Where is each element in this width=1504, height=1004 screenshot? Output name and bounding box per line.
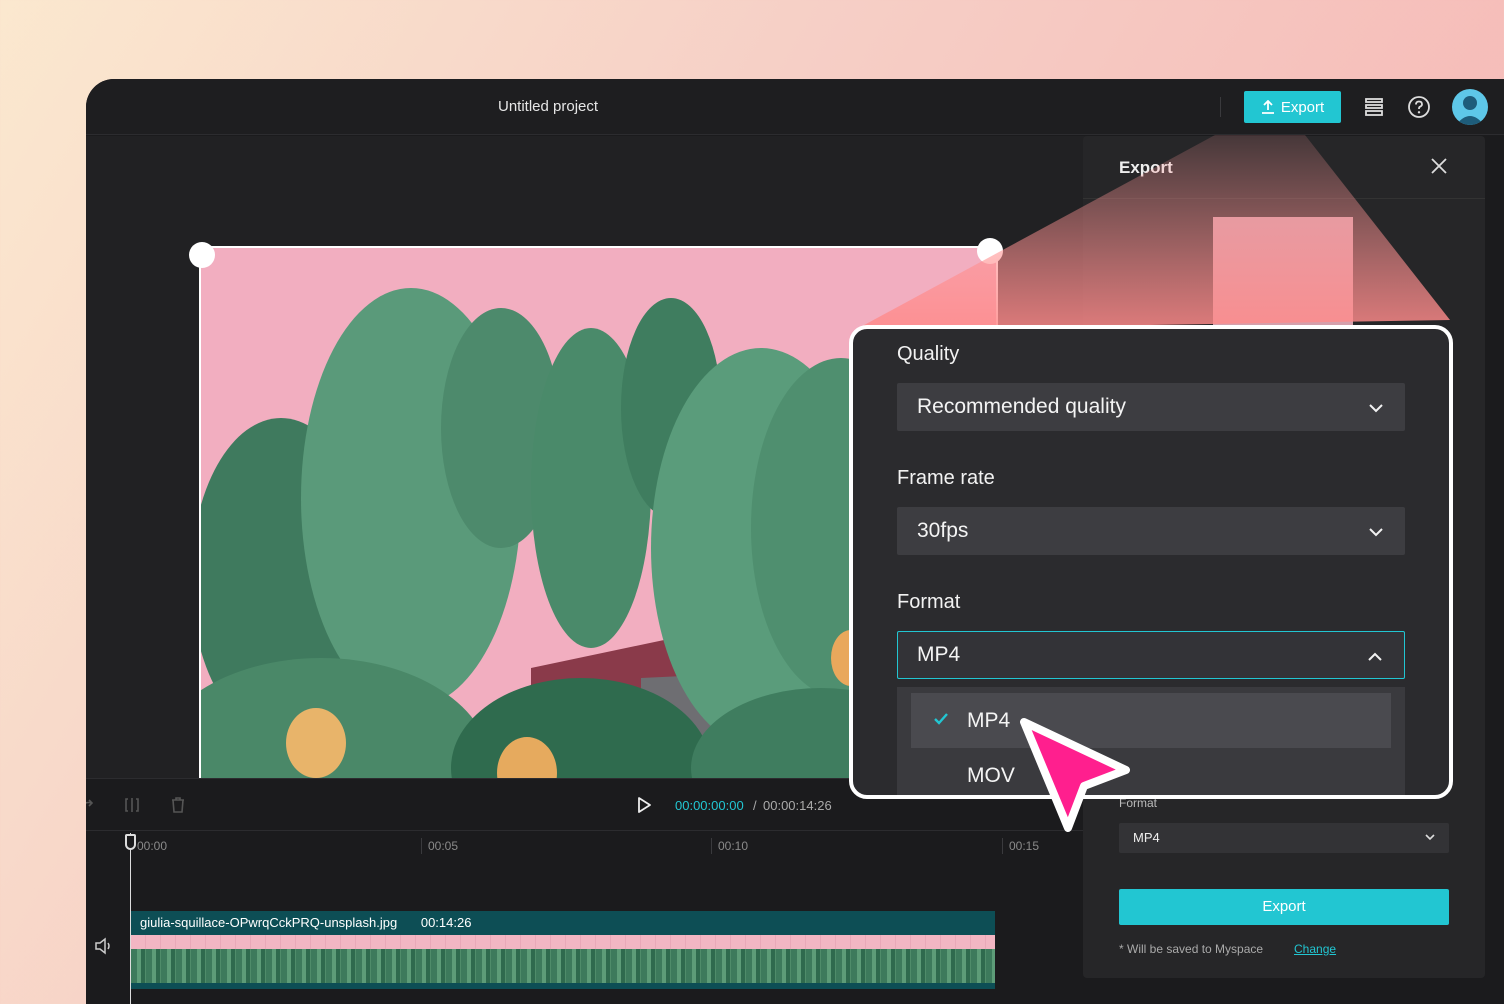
zoomed-export-settings: Quality Recommended quality Frame rate 3… <box>849 325 1453 799</box>
format-option-label: MOV <box>967 764 1015 787</box>
toolbar-divider <box>1220 97 1221 117</box>
project-title[interactable]: Untitled project <box>498 98 598 115</box>
upload-icon <box>1261 100 1274 114</box>
chevron-up-icon <box>1368 652 1382 661</box>
export-button[interactable]: Export <box>1244 91 1341 123</box>
resize-handle-top-left[interactable] <box>189 242 215 268</box>
timeline: 00:00:00:00 / 00:00:14:26 00:00 00:05 00… <box>86 778 1086 1004</box>
clip-thumbnails[interactable] <box>131 935 995 983</box>
playhead-handle[interactable] <box>125 834 136 850</box>
frame-rate-select-value: 30fps <box>917 519 969 542</box>
help-icon[interactable] <box>1405 93 1433 121</box>
quality-select[interactable]: Recommended quality <box>897 383 1405 431</box>
save-note: * Will be saved to Myspace <box>1119 942 1264 956</box>
change-link[interactable]: Change <box>1294 942 1336 956</box>
format-select-value: MP4 <box>917 643 961 666</box>
format-select[interactable]: MP4 <box>1119 823 1449 853</box>
pointer-cursor-icon <box>1020 718 1130 832</box>
format-option-mp4[interactable]: MP4 <box>911 693 1391 748</box>
redo-icon[interactable] <box>86 797 96 813</box>
format-dropdown-list: MP4 MOV <box>897 687 1405 795</box>
user-avatar[interactable] <box>1452 89 1488 125</box>
format-option-mov[interactable]: MOV <box>911 748 1391 795</box>
check-icon <box>934 713 948 725</box>
clip-duration: 00:14:26 <box>420 915 472 930</box>
export-thumbnail <box>1213 217 1353 327</box>
format-option-label: MP4 <box>967 709 1011 732</box>
total-time: 00:00:14:26 <box>763 798 832 813</box>
format-select-open[interactable]: MP4 <box>897 631 1405 679</box>
time-ruler[interactable]: 00:00 00:05 00:10 00:15 <box>86 832 1086 862</box>
clip-header[interactable]: giulia-squillace-OPwrqCckPRQ-unsplash.jp… <box>131 911 995 935</box>
chevron-down-icon <box>1369 404 1383 413</box>
current-time: 00:00:00:00 <box>675 798 744 813</box>
quality-select-value: Recommended quality <box>917 395 1126 418</box>
split-icon[interactable] <box>124 797 140 813</box>
time-separator: / <box>753 798 757 813</box>
layers-icon[interactable] <box>1360 93 1388 121</box>
frame-rate-label: Frame rate <box>897 467 995 489</box>
resize-handle-top-right[interactable] <box>977 238 1003 264</box>
volume-icon[interactable] <box>94 937 114 955</box>
ruler-tick: 00:15 <box>1002 838 1039 854</box>
clip-footer <box>131 983 995 989</box>
play-icon[interactable] <box>636 796 652 814</box>
format-label: Format <box>897 591 961 613</box>
panel-divider <box>1083 198 1485 199</box>
delete-icon[interactable] <box>170 796 186 814</box>
clip-name: giulia-squillace-OPwrqCckPRQ-unsplash.jp… <box>140 915 398 930</box>
ruler-tick: 00:10 <box>711 838 748 854</box>
top-bar: Untitled project Export <box>86 79 1504 135</box>
ruler-tick: 00:05 <box>421 838 458 854</box>
chevron-down-icon <box>1369 528 1383 537</box>
export-confirm-button[interactable]: Export <box>1119 889 1449 925</box>
frame-rate-select[interactable]: 30fps <box>897 507 1405 555</box>
quality-label: Quality <box>897 343 960 365</box>
chevron-down-icon <box>1425 834 1435 841</box>
close-icon[interactable] <box>1429 156 1449 176</box>
export-button-label: Export <box>1280 98 1325 116</box>
export-panel-title: Export <box>1119 158 1173 177</box>
